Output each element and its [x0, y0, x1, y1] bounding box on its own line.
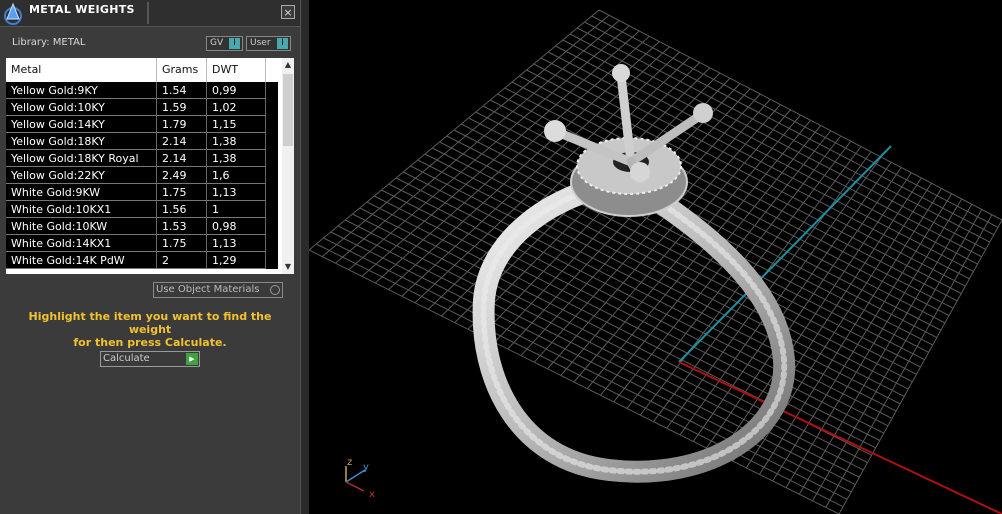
- metal-cell: White Gold:9KW: [6, 184, 157, 201]
- grams-cell: 1.75: [157, 235, 207, 252]
- metal-cell: White Gold:10KX1: [6, 201, 157, 218]
- viewport-canvas: z y x: [309, 9, 1002, 514]
- panel-title: METAL WEIGHTS: [29, 3, 135, 16]
- column-header-dwt[interactable]: DWT: [207, 58, 266, 82]
- table-row[interactable]: Yellow Gold:18KY 2.14 1,38: [6, 133, 278, 150]
- metal-cell: White Gold:14K PdW: [6, 252, 157, 269]
- instruction-text: Highlight the item you want to find the …: [10, 310, 290, 349]
- table-row[interactable]: White Gold:14KX1 1.75 1,13: [6, 235, 278, 252]
- grams-cell: 1.79: [157, 116, 207, 133]
- grams-cell: 1.75: [157, 184, 207, 201]
- table-row[interactable]: Yellow Gold:22KY 2.49 1,6: [6, 167, 278, 184]
- user-toggle-knob: I: [277, 38, 288, 49]
- play-arrow-icon: ▶: [186, 353, 198, 365]
- table-row[interactable]: Yellow Gold:18KY Royal 2.14 1,38: [6, 150, 278, 167]
- library-label: Library: METAL: [12, 37, 86, 48]
- dwt-cell: 1,15: [207, 116, 266, 133]
- scrollbar-thumb[interactable]: [283, 74, 293, 146]
- dwt-cell: 1,13: [207, 184, 266, 201]
- table-row[interactable]: White Gold:14K PdW 2 1,29: [6, 252, 278, 269]
- metal-weights-panel: METAL WEIGHTS × Library: METAL GV I User…: [0, 0, 300, 514]
- gizmo-z-label: z: [347, 457, 352, 468]
- table-scrollbar[interactable]: ▲ ▼: [282, 58, 294, 274]
- table-row[interactable]: Yellow Gold:14KY 1.79 1,15: [6, 116, 278, 133]
- grid-line: [798, 203, 973, 495]
- metal-cell: Yellow Gold:10KY: [6, 99, 157, 116]
- metal-cell: Yellow Gold:14KY: [6, 116, 157, 133]
- dwt-cell: 1,38: [207, 133, 266, 150]
- table-row[interactable]: White Gold:9KW 1.75 1,13: [6, 184, 278, 201]
- metal-cell: Yellow Gold:9KY: [6, 82, 157, 99]
- axis-gizmo: z y x: [345, 457, 375, 500]
- gizmo-x-label: x: [369, 489, 375, 500]
- checkbox-icon: [270, 285, 280, 295]
- scroll-up-icon[interactable]: ▲: [282, 58, 294, 72]
- grid-line: [838, 219, 1002, 514]
- grid-line: [785, 198, 963, 488]
- gv-toggle[interactable]: GV I: [206, 36, 243, 51]
- table-row[interactable]: White Gold:10KW 1.53 0,98: [6, 218, 278, 235]
- panel-splitter[interactable]: [300, 0, 309, 514]
- table-header: Metal Grams DWT: [6, 58, 278, 82]
- grams-cell: 1.53: [157, 218, 207, 235]
- gv-toggle-knob: I: [229, 38, 240, 49]
- grid-line: [812, 209, 983, 502]
- calculate-label: Calculate: [103, 353, 150, 364]
- titlebar-divider: [147, 2, 149, 24]
- calculate-button[interactable]: Calculate ▶: [100, 351, 200, 367]
- x-axis-line: [678, 361, 1002, 514]
- dwt-cell: 0,98: [207, 218, 266, 235]
- dwt-cell: 0,99: [207, 82, 266, 99]
- metal-cell: White Gold:14KX1: [6, 235, 157, 252]
- gizmo-y-label: y: [363, 462, 369, 473]
- ground-grid: [309, 9, 1002, 514]
- grams-cell: 1.56: [157, 201, 207, 218]
- panel-titlebar: METAL WEIGHTS ×: [0, 0, 300, 27]
- gv-toggle-label: GV: [210, 38, 224, 48]
- use-object-materials-checkbox[interactable]: Use Object Materials: [153, 282, 283, 298]
- dwt-cell: 1,13: [207, 235, 266, 252]
- dwt-cell: 1,29: [207, 252, 266, 269]
- column-header-grams[interactable]: Grams: [157, 58, 207, 82]
- grams-cell: 1.54: [157, 82, 207, 99]
- column-header-metal[interactable]: Metal: [6, 58, 157, 82]
- 3d-viewport[interactable]: z y x: [309, 0, 1002, 514]
- metal-cell: White Gold:10KW: [6, 218, 157, 235]
- dwt-cell: 1,02: [207, 99, 266, 116]
- instruction-line-2: for then press Calculate.: [73, 336, 227, 349]
- instruction-line-1: Highlight the item you want to find the …: [28, 310, 272, 336]
- close-button[interactable]: ×: [281, 5, 295, 19]
- table-row[interactable]: Yellow Gold:9KY 1.54 0,99: [6, 82, 278, 99]
- grams-cell: 2: [157, 252, 207, 269]
- user-toggle[interactable]: User I: [246, 36, 291, 51]
- metal-table: Metal Grams DWT Yellow Gold:9KY 1.54 0,99 Y…: [6, 58, 294, 274]
- table-row[interactable]: White Gold:10KX1 1.56 1: [6, 201, 278, 218]
- grams-cell: 2.49: [157, 167, 207, 184]
- use-object-materials-label: Use Object Materials: [156, 284, 260, 295]
- scroll-down-icon[interactable]: ▼: [282, 260, 294, 274]
- grid-line: [825, 214, 993, 508]
- grams-cell: 2.14: [157, 133, 207, 150]
- metal-cell: Yellow Gold:18KY Royal: [6, 150, 157, 167]
- grams-cell: 2.14: [157, 150, 207, 167]
- grams-cell: 1.59: [157, 99, 207, 116]
- metal-cell: Yellow Gold:22KY: [6, 167, 157, 184]
- dwt-cell: 1: [207, 201, 266, 218]
- dwt-cell: 1,38: [207, 150, 266, 167]
- metal-cell: Yellow Gold:18KY: [6, 133, 157, 150]
- table-row[interactable]: Yellow Gold:10KY 1.59 1,02: [6, 99, 278, 116]
- dwt-cell: 1,6: [207, 167, 266, 184]
- app-logo-icon: [4, 2, 22, 25]
- user-toggle-label: User: [250, 38, 271, 48]
